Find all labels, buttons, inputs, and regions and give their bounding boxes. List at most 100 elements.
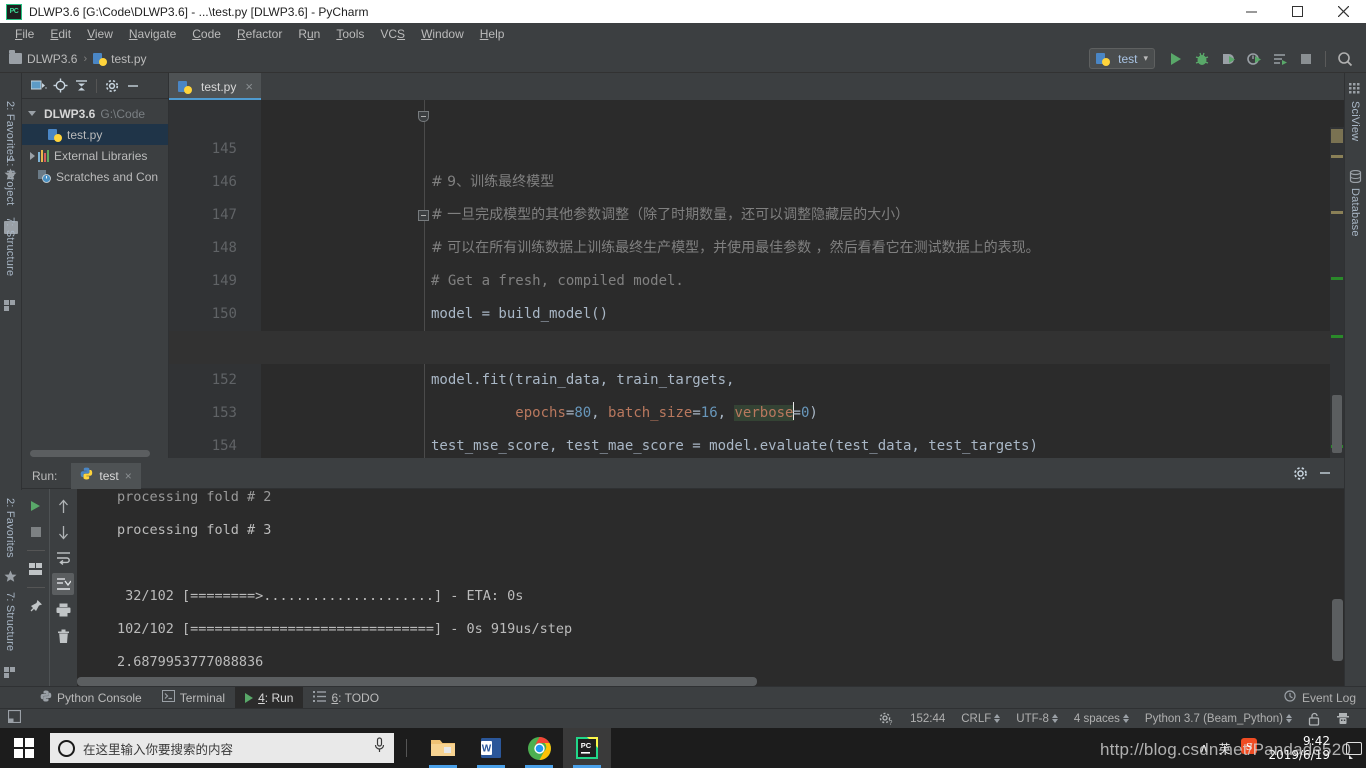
scroll-to-end-button[interactable]	[52, 573, 74, 595]
code-editor[interactable]: 145 # 9、训练最终模型 146 # 一旦完成模型的其他参数调整（除了时期数…	[169, 100, 1344, 458]
close-icon[interactable]: ×	[245, 79, 253, 94]
editor-tab-test-py[interactable]: test.py ×	[169, 73, 261, 100]
breadcrumb-project[interactable]: DLWP3.6	[27, 52, 77, 66]
sidebar-item-structure-label[interactable]: 7: Structure	[4, 592, 16, 651]
soft-wrap-button[interactable]	[52, 547, 74, 569]
ime-language-indicator[interactable]: 英	[1218, 740, 1230, 757]
profile-button[interactable]	[1241, 46, 1267, 72]
sidebar-item-sciview[interactable]: SciView	[1349, 101, 1361, 141]
taskbar-app-pycharm[interactable]: PC	[563, 728, 611, 768]
lock-icon[interactable]	[1300, 712, 1328, 726]
python-interpreter[interactable]: Python 3.7 (Beam_Python)	[1137, 713, 1300, 725]
pin-tab-button[interactable]	[25, 595, 47, 617]
gear-icon[interactable]	[1293, 466, 1308, 486]
run-configuration-selector[interactable]: test ▾	[1089, 48, 1155, 69]
sidebar-item-favorites-label[interactable]: 2: Favorites	[4, 498, 16, 558]
right-tool-strip: SciView Database	[1344, 73, 1366, 686]
menu-run[interactable]: Run	[290, 25, 328, 43]
maximize-button[interactable]	[1274, 0, 1320, 23]
collapse-all-icon[interactable]	[72, 77, 90, 95]
menu-help[interactable]: Help	[472, 25, 513, 43]
code-line-151: 151 model.fit(train_data, train_targets,	[169, 298, 1344, 388]
menu-window[interactable]: Window	[413, 25, 472, 43]
menu-view[interactable]: View	[79, 25, 121, 43]
search-everywhere-button[interactable]	[1332, 46, 1358, 72]
background-tasks-icon[interactable]: ?	[871, 712, 902, 726]
taskbar-app-word[interactable]: W	[467, 728, 515, 768]
menu-edit[interactable]: Edit	[42, 25, 79, 43]
down-stack-button[interactable]	[52, 521, 74, 543]
debug-button[interactable]	[1189, 46, 1215, 72]
stop-button[interactable]	[1293, 46, 1319, 72]
tool-button-python-console[interactable]: Python Console	[30, 687, 152, 709]
tray-chevron-icon[interactable]: ∧	[1200, 741, 1209, 755]
run-tab-test[interactable]: test ×	[71, 462, 141, 489]
project-panel-horizontal-scrollbar[interactable]	[30, 450, 150, 457]
taskbar-app-file-explorer[interactable]	[419, 728, 467, 768]
run-with-console-button[interactable]	[1267, 46, 1293, 72]
minimize-icon[interactable]	[1318, 466, 1332, 485]
code-line-146: 146 # 一旦完成模型的其他参数调整（除了时期数量，还可以调整隐藏层的大小）	[169, 133, 1344, 223]
rerun-button[interactable]	[25, 495, 47, 517]
taskbar-clock[interactable]: 9:42 2019/6/19	[1268, 734, 1336, 762]
hector-icon[interactable]	[1328, 712, 1358, 726]
console-horizontal-scrollbar[interactable]	[77, 677, 757, 686]
chevron-updown-icon	[1286, 714, 1292, 723]
file-encoding[interactable]: UTF-8	[1008, 713, 1066, 725]
tree-item-test-py[interactable]: test.py	[22, 124, 168, 145]
show-tool-windows-icon[interactable]	[7, 709, 22, 728]
tree-item-project-root[interactable]: DLWP3.6 G:\Code	[22, 103, 168, 124]
coverage-button[interactable]	[1215, 46, 1241, 72]
sidebar-item-structure[interactable]: 7: Structure	[4, 217, 16, 276]
close-icon[interactable]: ×	[125, 469, 132, 483]
clear-all-button[interactable]	[52, 625, 74, 647]
menu-code[interactable]: Code	[184, 25, 229, 43]
chevron-right-icon[interactable]	[26, 151, 38, 160]
hide-panel-icon[interactable]	[124, 77, 142, 95]
menu-file[interactable]: File	[7, 25, 42, 43]
tree-item-external-libraries[interactable]: External Libraries	[22, 145, 168, 166]
restore-layout-button[interactable]	[25, 558, 47, 580]
menu-vcs[interactable]: VCS	[372, 25, 413, 43]
tool-button-run[interactable]: 4: Run	[235, 686, 304, 709]
console-vertical-scrollbar[interactable]	[1332, 599, 1343, 661]
menu-navigate[interactable]: Navigate	[121, 25, 184, 43]
sidebar-item-database[interactable]: Database	[1349, 188, 1361, 237]
scrollbar-thumb[interactable]	[1332, 395, 1342, 453]
microphone-icon[interactable]	[373, 737, 386, 759]
tool-button-todo[interactable]: 6: TODO	[303, 687, 389, 709]
up-stack-button[interactable]	[52, 495, 74, 517]
chevron-down-icon[interactable]	[26, 111, 38, 116]
print-button[interactable]	[52, 599, 74, 621]
sidebar-item-project[interactable]: 1: Project	[4, 157, 16, 205]
indent-setting[interactable]: 4 spaces	[1066, 713, 1137, 725]
menu-refactor[interactable]: Refactor	[229, 25, 290, 43]
sogou-ime-icon[interactable]: S	[1240, 737, 1258, 760]
minimize-button[interactable]	[1228, 0, 1274, 23]
settings-gear-icon[interactable]	[103, 77, 121, 95]
editor-vertical-scrollbar[interactable]	[1330, 127, 1344, 458]
windows-taskbar: 在这里输入你要搜索的内容 W PC ∧ 英 S 9:42 2019/6/19	[0, 728, 1366, 768]
code-line-148: 148 # Get a fresh, compiled model.	[169, 199, 1344, 289]
tree-item-path: G:\Code	[100, 106, 146, 121]
event-log-label[interactable]: Event Log	[1302, 691, 1356, 705]
notification-icon[interactable]	[1346, 741, 1362, 759]
tree-item-scratches[interactable]: Scratches and Con	[22, 166, 168, 187]
breadcrumb-file[interactable]: test.py	[111, 52, 146, 66]
taskbar-app-chrome[interactable]	[515, 728, 563, 768]
line-separator[interactable]: CRLF	[953, 713, 1008, 725]
windows-start-button[interactable]	[0, 728, 48, 768]
close-button[interactable]	[1320, 0, 1366, 23]
console-output[interactable]: processing fold # 2 processing fold # 3 …	[77, 489, 1330, 674]
taskbar-divider	[406, 739, 407, 757]
tool-button-terminal[interactable]: Terminal	[152, 687, 235, 709]
caret-position[interactable]: 152:44	[902, 713, 953, 725]
select-opened-file-icon[interactable]	[30, 77, 48, 95]
target-icon[interactable]	[51, 77, 69, 95]
stop-button[interactable]	[25, 521, 47, 543]
menu-tools[interactable]: Tools	[328, 25, 372, 43]
taskbar-search-input[interactable]: 在这里输入你要搜索的内容	[50, 733, 394, 763]
sidebar-item-favorites[interactable]: 2: Favorites	[4, 101, 16, 161]
code-line-153: 153 test_mse_score, test_mae_score = mod…	[169, 364, 1344, 454]
run-button[interactable]	[1163, 46, 1189, 72]
